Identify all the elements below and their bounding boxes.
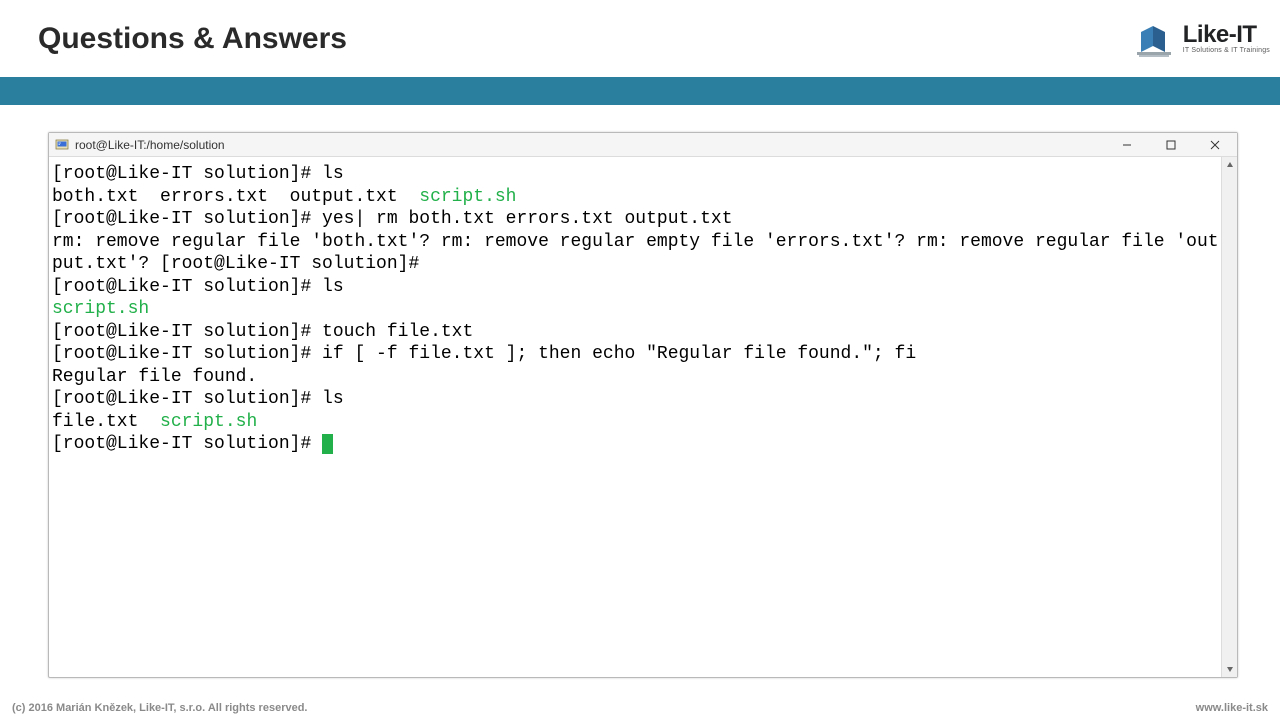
terminal-body[interactable]: [root@Like-IT solution]# ls both.txt err… bbox=[49, 157, 1237, 677]
prompt: [root@Like-IT solution]# bbox=[52, 344, 322, 364]
scroll-up-icon[interactable] bbox=[1222, 157, 1237, 173]
window-controls bbox=[1105, 133, 1237, 156]
prompt: [root@Like-IT solution]# bbox=[52, 434, 322, 454]
prompt: [root@Like-IT solution]# bbox=[52, 164, 322, 184]
slide-footer: (c) 2016 Marián Knězek, Like-IT, s.r.o. … bbox=[0, 695, 1280, 720]
minimize-button[interactable] bbox=[1105, 133, 1149, 157]
prompt: [root@Like-IT solution]# bbox=[52, 389, 322, 409]
putty-icon bbox=[55, 138, 69, 152]
accent-band bbox=[0, 77, 1280, 105]
footer-url: www.like-it.sk bbox=[1196, 702, 1268, 714]
out-files-1b: script.sh bbox=[419, 187, 516, 207]
out-files-3a: file.txt bbox=[52, 412, 160, 432]
vertical-scrollbar[interactable] bbox=[1221, 157, 1237, 677]
out-script-only: script.sh bbox=[52, 299, 149, 319]
logo-text: Like-IT IT Solutions & IT Trainings bbox=[1183, 23, 1270, 54]
copyright-text: (c) 2016 Marián Knězek, Like-IT, s.r.o. … bbox=[12, 702, 308, 714]
out-files-3b: script.sh bbox=[160, 412, 257, 432]
logo-main-text: Like-IT bbox=[1183, 23, 1257, 47]
slide-header: Questions & Answers Like-IT IT Solutions… bbox=[0, 0, 1280, 77]
out-regular-file: Regular file found. bbox=[52, 367, 257, 387]
cmd-if-test: if [ -f file.txt ]; then echo "Regular f… bbox=[322, 344, 916, 364]
scroll-down-icon[interactable] bbox=[1222, 661, 1237, 677]
terminal-content[interactable]: [root@Like-IT solution]# ls both.txt err… bbox=[49, 163, 1237, 456]
cmd-touch: touch file.txt bbox=[322, 322, 473, 342]
logo-graphic-icon bbox=[1133, 18, 1175, 60]
window-titlebar[interactable]: root@Like-IT:/home/solution bbox=[49, 133, 1237, 157]
page-title: Questions & Answers bbox=[38, 22, 347, 56]
terminal-window: root@Like-IT:/home/solution [root@Like-I… bbox=[48, 132, 1238, 678]
cmd-yes-rm: yes| rm both.txt errors.txt output.txt bbox=[322, 209, 732, 229]
close-button[interactable] bbox=[1193, 133, 1237, 157]
prompt: [root@Like-IT solution]# bbox=[52, 209, 322, 229]
cursor-icon bbox=[322, 434, 333, 454]
cmd-ls-3: ls bbox=[322, 389, 344, 409]
maximize-button[interactable] bbox=[1149, 133, 1193, 157]
out-rm-prompts: rm: remove regular file 'both.txt'? rm: … bbox=[52, 232, 1219, 275]
brand-logo: Like-IT IT Solutions & IT Trainings bbox=[1133, 18, 1270, 60]
prompt: [root@Like-IT solution]# bbox=[52, 322, 322, 342]
logo-sub-text: IT Solutions & IT Trainings bbox=[1183, 47, 1270, 54]
cmd-ls-1: ls bbox=[322, 164, 344, 184]
out-files-1a: both.txt errors.txt output.txt bbox=[52, 187, 419, 207]
window-title-text: root@Like-IT:/home/solution bbox=[75, 138, 225, 152]
cmd-ls-2: ls bbox=[322, 277, 344, 297]
prompt: [root@Like-IT solution]# bbox=[52, 277, 322, 297]
